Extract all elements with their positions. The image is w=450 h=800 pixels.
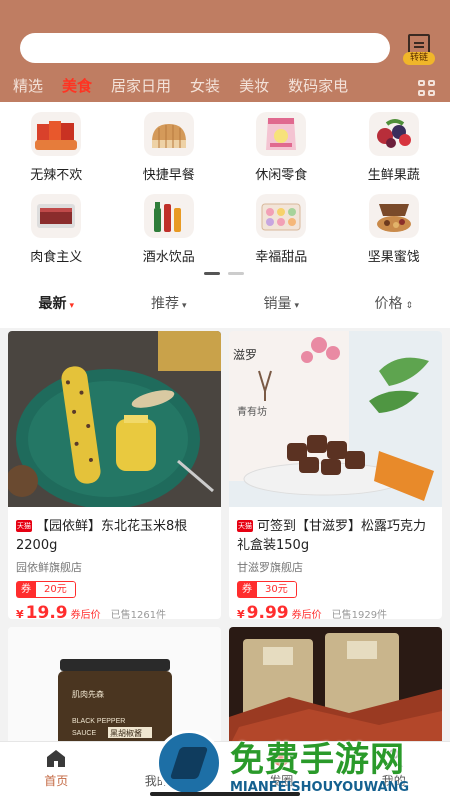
coupon-badge[interactable]: 券 30元 (237, 581, 297, 598)
pagination-dots (204, 272, 244, 275)
category-item[interactable]: 肉食主义 (0, 184, 113, 266)
sort-recommended[interactable]: 推荐 ▾ (113, 280, 226, 328)
convert-link-label: 转链 (403, 52, 435, 65)
fruit-icon (368, 112, 419, 156)
drinks-icon (143, 194, 194, 238)
chevron-down-icon: ▾ (294, 301, 300, 311)
pepper-sauce-product-image: 肌肉先森 BLACK PEPPER SAUCE 黑胡椒酱 (8, 627, 221, 741)
category-label: 肉食主义 (30, 250, 83, 265)
price: ¥9.99 (237, 603, 289, 619)
category-label: 生鲜果蔬 (367, 168, 420, 183)
tab-beauty[interactable]: 美妆 (226, 72, 275, 100)
product-title: 天猫 【园依鲜】东北花玉米8根2200g (16, 519, 188, 553)
category-panel: 无辣不欢 快捷早餐 休闲零食 生鲜果蔬 肉食主义 酒水饮品 幸福甜品 坚果蜜饯 (0, 102, 450, 280)
sort-newest[interactable]: 最新 ▾ (0, 280, 113, 328)
sort-label: 最新 (38, 296, 67, 312)
spicy-snack-icon (31, 112, 82, 156)
shop-name: 园依鲜旗舰店 (16, 561, 82, 574)
svg-text:BLACK PEPPER: BLACK PEPPER (72, 718, 125, 725)
product-title: 天猫 可签到【甘滋罗】松露巧克力礼盒装150g (237, 519, 427, 553)
tmall-badge: 天猫 (16, 520, 32, 532)
convert-link-button[interactable]: 转链 (401, 32, 435, 66)
dessert-icon (256, 194, 307, 238)
category-item[interactable]: 坚果蜜饯 (338, 184, 450, 266)
sort-bar: 最新 ▾ 推荐 ▾ 销量 ▾ 价格 ⇕ (0, 280, 450, 328)
category-item[interactable]: 酒水饮品 (113, 184, 226, 266)
grid-menu-icon[interactable] (418, 80, 436, 96)
sort-label: 推荐 (150, 296, 179, 312)
meat-icon (31, 194, 82, 238)
tab-food[interactable]: 美食 (49, 72, 98, 100)
bread-icon (143, 112, 194, 156)
product-card[interactable]: 天猫 【园依鲜】东北花玉米8根2200g 园依鲜旗舰店 券 20元 ¥19.9 券后… (8, 331, 221, 619)
home-indicator (150, 792, 300, 796)
tab-home-goods[interactable]: 居家日用 (98, 72, 177, 100)
tab-electronics[interactable]: 数码家电 (275, 72, 354, 100)
tab-womens-wear[interactable]: 女装 (177, 72, 226, 100)
svg-text:SAUCE: SAUCE (72, 730, 96, 737)
svg-text:滋罗: 滋罗 (233, 348, 257, 362)
product-card[interactable]: 肌肉先森 BLACK PEPPER SAUCE 黑胡椒酱 (8, 627, 221, 741)
chevron-down-icon: ▾ (181, 301, 187, 311)
watermark-logo-icon (156, 730, 222, 796)
snack-bag-icon (256, 112, 307, 156)
category-item[interactable]: 快捷早餐 (113, 102, 226, 184)
home-icon (47, 750, 66, 767)
nav-home[interactable]: 首页 (0, 742, 113, 800)
sort-label: 销量 (263, 296, 292, 312)
after-coupon-label: 券后价 (70, 610, 101, 619)
document-icon (408, 34, 430, 54)
sort-arrows-icon: ⇕ (405, 301, 414, 311)
price-row: ¥19.9 券后价 已售1261件 (16, 603, 213, 619)
nav-label: 首页 (44, 774, 69, 788)
beef-jerky-product-image (229, 627, 442, 741)
sort-label: 价格 (374, 296, 403, 312)
category-item[interactable]: 无辣不欢 (0, 102, 113, 184)
product-grid: 天猫 【园依鲜】东北花玉米8根2200g 园依鲜旗舰店 券 20元 ¥19.9 券后… (8, 331, 444, 741)
coupon-badge[interactable]: 券 20元 (16, 581, 76, 598)
category-item[interactable]: 休闲零食 (225, 102, 338, 184)
sort-price[interactable]: 价格 ⇕ (338, 280, 450, 328)
corn-product-image (8, 331, 221, 509)
site-watermark: 免费手游网 MIANFEISHOUYOUWANG (150, 728, 450, 800)
svg-text:青有坊: 青有坊 (237, 405, 267, 418)
category-item[interactable]: 生鲜果蔬 (338, 102, 450, 184)
shop-name: 甘滋罗旗舰店 (237, 561, 303, 574)
category-label: 坚果蜜饯 (367, 250, 420, 265)
category-label: 酒水饮品 (142, 250, 195, 265)
watermark-title: 免费手游网 (230, 740, 405, 780)
category-label: 快捷早餐 (142, 168, 195, 183)
price: ¥19.9 (16, 603, 68, 619)
sort-sales[interactable]: 销量 ▾ (225, 280, 338, 328)
category-tabs: 精选 美食 居家日用 女装 美妆 数码家电 (0, 72, 410, 100)
svg-text:肌肉先森: 肌肉先森 (72, 689, 104, 699)
app-header: 转链 精选 美食 居家日用 女装 美妆 数码家电 (0, 0, 450, 102)
price-row: ¥9.99 券后价 已售1929件 (237, 603, 434, 619)
category-label: 无辣不欢 (30, 168, 83, 183)
tmall-badge: 天猫 (237, 520, 253, 532)
product-card[interactable] (229, 627, 442, 741)
svg-text:黑胡椒酱: 黑胡椒酱 (110, 728, 142, 738)
sold-count: 已售1929件 (331, 610, 388, 619)
category-item[interactable]: 幸福甜品 (225, 184, 338, 266)
sold-count: 已售1261件 (110, 610, 167, 619)
chocolate-product-image: 滋罗 青有坊 (229, 331, 442, 507)
nuts-icon (368, 194, 419, 238)
product-card[interactable]: 滋罗 青有坊 天猫 可签到【甘滋罗】松露巧克力礼盒装150g 甘滋罗旗舰店 券 30… (229, 331, 442, 619)
category-label: 幸福甜品 (255, 250, 308, 265)
page-dot (228, 272, 244, 275)
search-input[interactable] (20, 33, 390, 63)
tab-featured[interactable]: 精选 (0, 72, 49, 100)
page-dot-active (204, 272, 220, 275)
category-label: 休闲零食 (255, 168, 308, 183)
after-coupon-label: 券后价 (291, 610, 322, 619)
chevron-down-icon: ▾ (69, 301, 75, 311)
